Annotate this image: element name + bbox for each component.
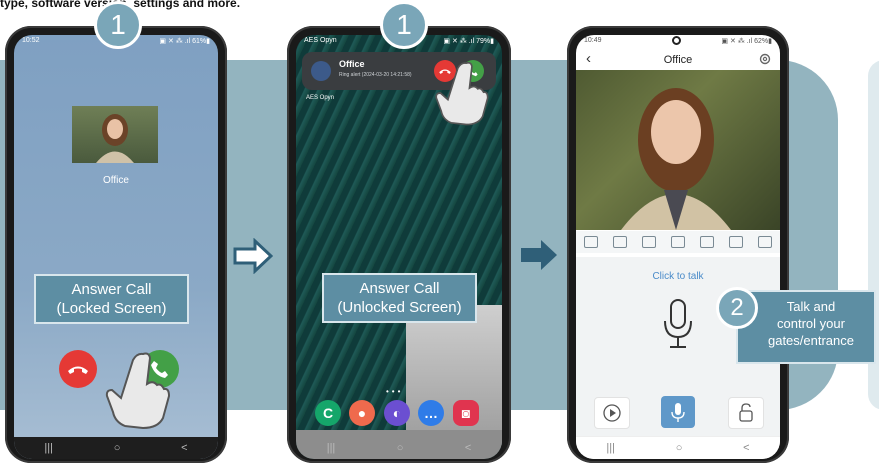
dock-internet-icon[interactable]: ◐ [384,400,410,426]
notification-title: Office [339,59,365,69]
nav-back-icon[interactable]: < [743,442,749,454]
speaker-icon[interactable] [584,236,598,248]
step-badge-2: 2 [716,287,758,329]
wallpaper-pedestal [406,305,502,445]
phone-app: 10:49 ▣ ✕ ⁂ .ıl 62%▮ ‹ Office Click to t… [567,26,789,463]
page-dots: ••• [386,387,404,396]
hand-pointer-icon [105,352,171,430]
dock-messages-icon[interactable]: … [418,400,444,426]
nav-bar: ||| ○ < [576,436,780,459]
click-to-talk-text: Click to talk [652,271,704,282]
label-line-2: control your [777,316,845,331]
playback-button[interactable] [594,397,630,429]
caller-photo [72,106,158,163]
label-line-2: (Unlocked Screen) [337,299,462,316]
nav-home-icon[interactable]: ○ [676,442,683,454]
status-time: 10:52 [22,37,40,44]
label-line-1: Talk and [786,299,836,314]
status-carrier: AES Opyn [304,37,337,44]
home-app-label: AES Opyn [306,95,335,101]
nav-home-icon[interactable]: ○ [114,442,121,454]
status-icons: ▣ ✕ ⁂ .ıl 62%▮ [721,38,772,45]
fullscreen-icon[interactable] [729,236,743,248]
nav-back-icon[interactable]: < [465,442,471,454]
step-badge-1a: 1 [94,1,142,49]
step-badge-1b: 1 [380,1,428,49]
answer-locked-label: Answer Call (Locked Screen) [34,274,189,324]
quality-sd-icon[interactable] [671,236,685,248]
status-icons: ▣ ✕ ⁂ .ıl 79%▮ [443,38,494,45]
arrow-right-icon [521,240,557,270]
unlock-icon [739,403,753,422]
decline-button[interactable] [59,350,97,388]
answer-unlocked-label: Answer Call (Unlocked Screen) [322,273,477,323]
nav-bar: ||| ○ < [14,437,218,459]
arrow-right-icon [233,238,273,274]
camera-notch [672,36,681,45]
settings-gear-icon[interactable] [758,52,772,66]
playback-icon [603,404,621,422]
snapshot-icon[interactable] [613,236,627,248]
info-icon[interactable] [758,236,772,248]
decline-phone-icon [68,366,88,374]
microphone-icon[interactable] [659,297,697,353]
nav-bar: ||| ○ < [296,437,502,459]
hand-pointer-icon [435,61,489,126]
dock-phone-icon[interactable]: C [315,400,341,426]
quality-hd-icon[interactable] [700,236,714,248]
nav-back-icon[interactable]: < [181,442,187,454]
label-line-1: Answer Call [359,280,440,297]
app-title: Office [663,54,693,66]
nav-recents-icon[interactable]: ||| [44,442,53,454]
microphone-small-icon [671,403,685,422]
unlock-button[interactable] [728,397,764,429]
label-line-1: Answer Call [71,281,152,298]
label-line-2: (Locked Screen) [56,300,167,317]
nav-home-icon[interactable]: ○ [397,442,404,454]
dock-contacts-icon[interactable]: ● [349,400,375,426]
video-feed [576,70,780,230]
dock-camera-icon[interactable]: ◙ [453,400,479,426]
talk-button[interactable] [661,396,695,428]
record-icon[interactable] [642,236,656,248]
app-avatar [311,61,331,81]
caller-name: Office [103,175,129,186]
nav-recents-icon[interactable]: ||| [606,442,615,454]
status-time: 10:49 [584,37,602,44]
phone-app-screen: 10:49 ▣ ✕ ⁂ .ıl 62%▮ ‹ Office Click to t… [576,35,780,459]
nav-recents-icon[interactable]: ||| [327,442,336,454]
label-line-3: gates/entrance [767,333,854,348]
status-icons: ▣ ✕ ⁂ .ıl 61%▮ [159,38,210,45]
notification-subtitle: Ring alert (2024-03-20 14:21:58) [339,72,412,78]
